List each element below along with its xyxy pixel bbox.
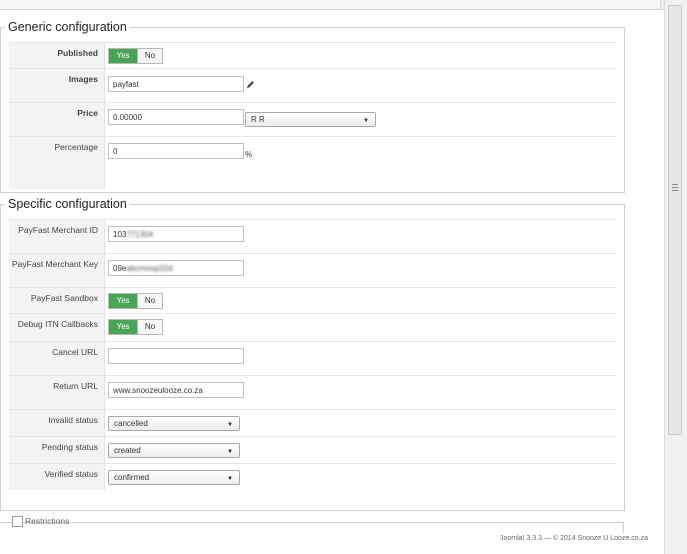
debug-no-button[interactable]: No xyxy=(137,320,162,334)
images-label: Images xyxy=(9,69,105,103)
row-merchant-id: PayFast Merchant ID 103771304 xyxy=(9,219,616,254)
invalid-status-label: Invalid status xyxy=(9,410,105,437)
row-images: Images payfast xyxy=(9,68,616,103)
caret-down-icon: ▼ xyxy=(227,449,233,455)
caret-down-icon: ▼ xyxy=(227,476,233,482)
pencil-icon[interactable] xyxy=(246,80,255,89)
published-toggle[interactable]: Yes No xyxy=(108,48,163,64)
merchant-key-input[interactable]: 09eabcmnop32d xyxy=(108,260,244,276)
generic-configuration-legend: Generic configuration xyxy=(5,19,130,35)
images-input[interactable]: payfast xyxy=(108,76,244,92)
published-label: Published xyxy=(9,43,105,69)
published-yes-button[interactable]: Yes xyxy=(109,49,137,63)
row-cancel-url: Cancel URL xyxy=(9,341,616,376)
top-panel-inner xyxy=(0,0,661,9)
merchant-id-input[interactable]: 103771304 xyxy=(108,226,244,242)
generic-configuration-fieldset: Generic configuration Published Yes No I… xyxy=(0,19,625,193)
checkbox-icon[interactable] xyxy=(12,516,23,528)
scrollbar-thumb[interactable] xyxy=(668,5,682,435)
merchant-id-label: PayFast Merchant ID xyxy=(9,220,105,254)
row-percentage: Percentage 0 % xyxy=(9,136,616,189)
pending-status-value: created xyxy=(114,446,141,455)
merchant-key-label: PayFast Merchant Key xyxy=(9,254,105,288)
specific-grid: PayFast Merchant ID 103771304 PayFast Me… xyxy=(9,219,616,499)
restrictions-fieldset xyxy=(0,522,624,533)
footer-text: Joomla! 3.3.3 — © 2014 Snooze U Looze.co… xyxy=(500,535,648,542)
sandbox-no-button[interactable]: No xyxy=(137,294,162,308)
caret-down-icon: ▼ xyxy=(363,118,369,124)
verified-status-label: Verified status xyxy=(9,464,105,490)
debug-yes-button[interactable]: Yes xyxy=(109,320,137,334)
row-invalid-status: Invalid status cancelled ▼ xyxy=(9,409,616,437)
row-merchant-key: PayFast Merchant Key 09eabcmnop32d xyxy=(9,253,616,288)
scroll-grip-icon xyxy=(672,184,678,192)
vertical-scrollbar[interactable] xyxy=(664,0,687,554)
published-no-button[interactable]: No xyxy=(137,49,162,63)
row-pending-status: Pending status created ▼ xyxy=(9,436,616,464)
row-published: Published Yes No xyxy=(9,42,616,69)
percentage-input[interactable]: 0 xyxy=(108,143,244,159)
verified-status-value: confirmed xyxy=(114,473,150,482)
sandbox-yes-button[interactable]: Yes xyxy=(109,294,137,308)
invalid-status-select[interactable]: cancelled ▼ xyxy=(108,416,240,431)
cancel-url-label: Cancel URL xyxy=(9,342,105,376)
return-url-label: Return URL xyxy=(9,376,105,410)
verified-status-select[interactable]: confirmed ▼ xyxy=(108,470,240,485)
merchant-id-obscured: 771304 xyxy=(126,230,154,239)
row-price: Price 0.00000 R R ▼ xyxy=(9,102,616,137)
invalid-status-value: cancelled xyxy=(114,419,148,428)
currency-select[interactable]: R R ▼ xyxy=(245,112,376,127)
row-verified-status: Verified status confirmed ▼ xyxy=(9,463,616,490)
row-sandbox: PayFast Sandbox Yes No xyxy=(9,287,616,314)
merchant-key-obscured: abcmnop32d xyxy=(126,264,173,273)
percentage-label: Percentage xyxy=(9,137,105,189)
row-debug: Debug ITN Callbacks Yes No xyxy=(9,313,616,342)
sandbox-label: PayFast Sandbox xyxy=(9,288,105,314)
restrictions-label: Restrictions xyxy=(25,516,70,526)
percentage-unit: % xyxy=(245,150,253,159)
merchant-id-value: 103 xyxy=(113,230,127,239)
pending-status-label: Pending status xyxy=(9,437,105,464)
pending-status-select[interactable]: created ▼ xyxy=(108,443,240,458)
return-url-input[interactable]: www.snoozeulooze.co.za xyxy=(108,382,244,398)
cancel-url-input[interactable] xyxy=(108,348,244,364)
restrictions-toggle[interactable]: Restrictions xyxy=(12,516,70,528)
row-return-url: Return URL www.snoozeulooze.co.za xyxy=(9,375,616,410)
specific-configuration-legend: Specific configuration xyxy=(5,196,130,212)
debug-label: Debug ITN Callbacks xyxy=(9,314,105,342)
price-label: Price xyxy=(9,103,105,137)
price-input[interactable]: 0.00000 xyxy=(108,109,244,125)
debug-toggle[interactable]: Yes No xyxy=(108,319,163,335)
top-panel-edge xyxy=(0,0,664,10)
currency-select-value: R R xyxy=(251,115,265,124)
sandbox-toggle[interactable]: Yes No xyxy=(108,293,163,309)
merchant-key-value: 09e xyxy=(113,264,127,273)
caret-down-icon: ▼ xyxy=(227,422,233,428)
specific-configuration-fieldset: Specific configuration PayFast Merchant … xyxy=(0,196,625,511)
generic-grid: Published Yes No Images payfast Price 0.… xyxy=(9,42,616,189)
